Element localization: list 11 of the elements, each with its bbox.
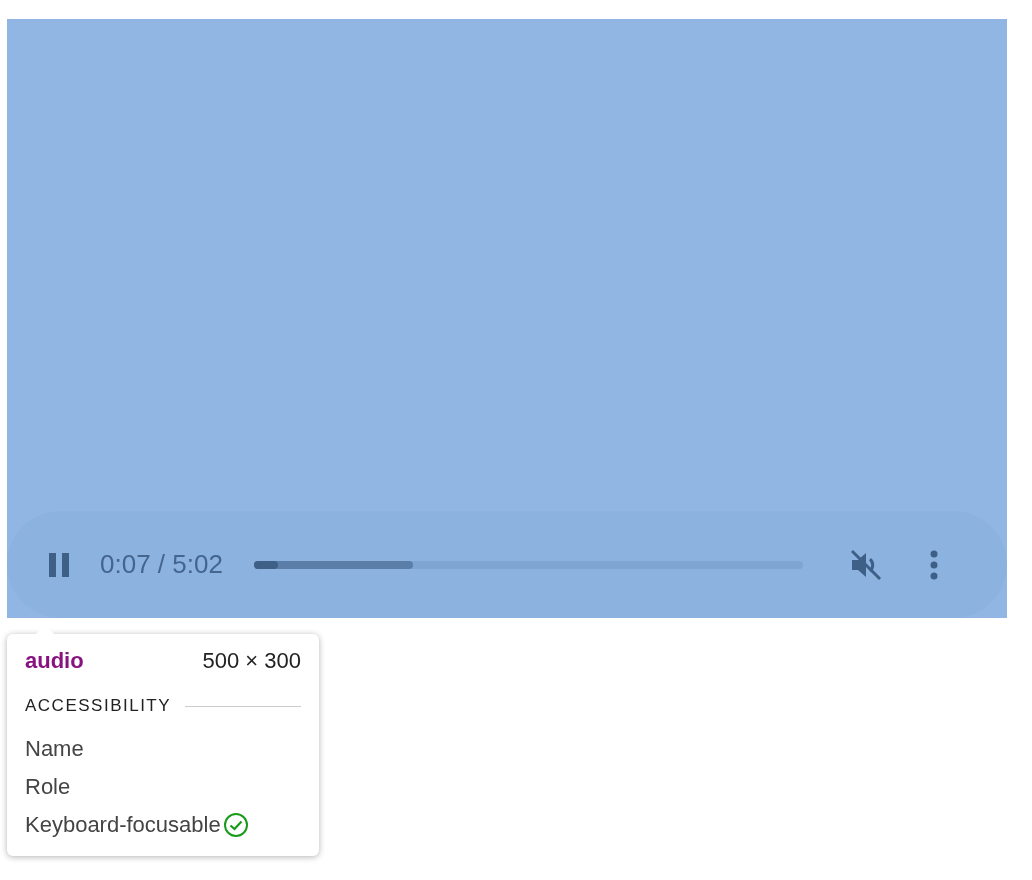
section-heading: ACCESSIBILITY [25,696,172,716]
time-display: 0:07 / 5:02 [100,549,223,580]
element-size: 500 × 300 [202,648,301,674]
muted-speaker-icon[interactable] [848,547,883,582]
property-label: Keyboard-focusable [25,812,221,838]
property-label: Name [25,736,84,762]
more-options-icon[interactable] [928,549,939,580]
seek-bar[interactable] [253,560,803,569]
property-label: Role [25,774,71,800]
element-tag: audio [25,648,84,674]
pause-icon[interactable] [47,552,71,577]
